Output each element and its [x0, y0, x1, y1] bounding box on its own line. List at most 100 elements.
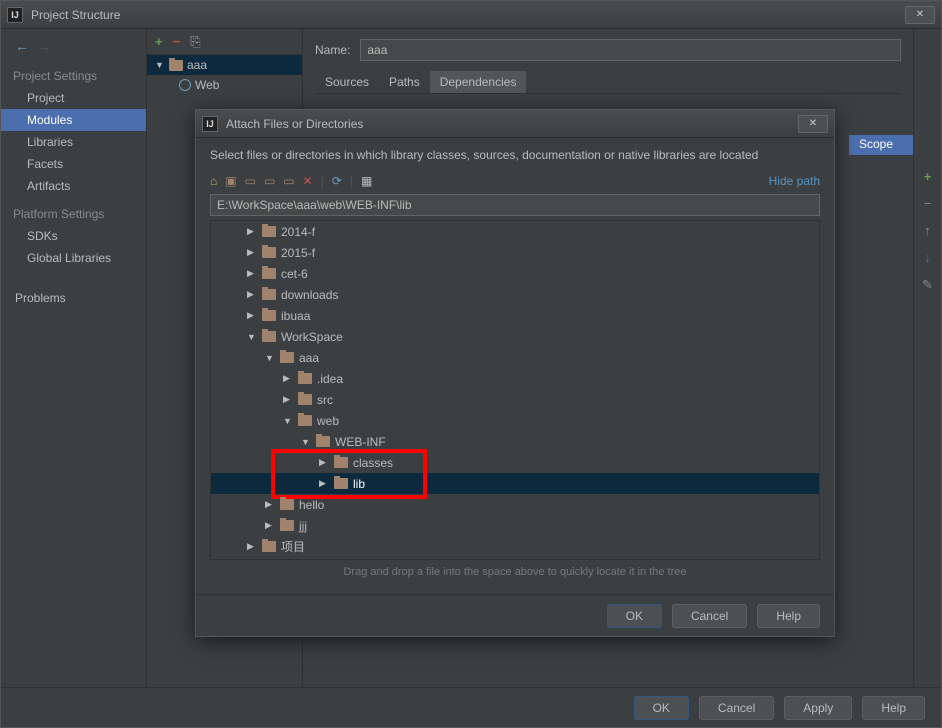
dialog-help-button[interactable]: Help: [757, 604, 820, 628]
module-node-web[interactable]: Web: [147, 75, 302, 95]
minus-dep-icon[interactable]: −: [924, 196, 932, 211]
tree-node-label: aaa: [299, 351, 319, 365]
expand-icon[interactable]: [265, 499, 275, 510]
app-icon: IJ: [7, 7, 23, 23]
tree-node[interactable]: 2014-f: [211, 221, 819, 242]
expand-icon[interactable]: [155, 60, 165, 70]
tree-node[interactable]: .idea: [211, 368, 819, 389]
tree-node[interactable]: 2015-f: [211, 242, 819, 263]
tree-node[interactable]: WorkSpace: [211, 326, 819, 347]
folder-icon: [262, 247, 276, 258]
home-icon[interactable]: ⌂: [210, 174, 217, 188]
project-icon[interactable]: ▭: [245, 174, 256, 188]
tree-node[interactable]: aaa: [211, 347, 819, 368]
forward-arrow-icon[interactable]: →: [37, 38, 51, 54]
edit-icon[interactable]: ✎: [922, 277, 933, 293]
add-dep-icon[interactable]: +: [924, 169, 932, 184]
module-name-input[interactable]: [360, 39, 901, 61]
tree-node[interactable]: WEB-INF: [211, 431, 819, 452]
sidebar-item-project[interactable]: Project: [1, 87, 146, 109]
sidebar-item-sdks[interactable]: SDKs: [1, 225, 146, 247]
dialog-cancel-button[interactable]: Cancel: [672, 604, 747, 628]
desktop-icon[interactable]: ▣: [225, 174, 236, 188]
expand-icon[interactable]: [247, 310, 257, 321]
copy-module-icon[interactable]: ⎘: [190, 34, 200, 50]
expand-icon[interactable]: [247, 289, 257, 300]
tree-node-label: cet-6: [281, 267, 308, 281]
expand-icon[interactable]: [265, 353, 275, 363]
tree-node[interactable]: web: [211, 410, 819, 431]
folder-icon: [334, 457, 348, 468]
main-titlebar[interactable]: IJ Project Structure ✕: [1, 1, 941, 29]
expand-icon[interactable]: [247, 268, 257, 279]
newfolder-icon[interactable]: ▭: [264, 174, 275, 188]
tree-node[interactable]: downloads: [211, 284, 819, 305]
tree-node-label: web: [317, 414, 339, 428]
tree-node-label: WEB-INF: [335, 435, 386, 449]
module-node-root[interactable]: aaa: [147, 55, 302, 75]
expand-icon[interactable]: [265, 520, 275, 531]
sidebar-item-global-libraries[interactable]: Global Libraries: [1, 247, 146, 269]
tab-paths[interactable]: Paths: [379, 71, 430, 93]
path-toolbar: ⌂ ▣ ▭ ▭ ▭ ✕ | ⟳ | ▦ Hide path: [210, 174, 820, 188]
delete-icon[interactable]: ✕: [303, 174, 313, 188]
expand-icon[interactable]: [319, 457, 329, 468]
dialog-ok-button[interactable]: OK: [607, 604, 662, 628]
refresh-icon[interactable]: ⟳: [332, 174, 342, 188]
ok-button[interactable]: OK: [634, 696, 689, 720]
module-toolbar: + − ⎘: [147, 29, 302, 55]
folder-icon: [262, 541, 276, 552]
tree-node[interactable]: jjj: [211, 515, 819, 536]
folder-icon: [298, 373, 312, 384]
tree-node[interactable]: ibuaa: [211, 305, 819, 326]
sidebar-item-artifacts[interactable]: Artifacts: [1, 175, 146, 197]
tree-node[interactable]: lib: [211, 473, 819, 494]
back-arrow-icon[interactable]: ←: [15, 38, 29, 54]
main-window: IJ Project Structure ✕ ← → Project Setti…: [0, 0, 942, 728]
dialog-close-button[interactable]: ✕: [798, 115, 828, 133]
apply-button[interactable]: Apply: [784, 696, 852, 720]
tree-node[interactable]: 项目: [211, 536, 819, 557]
tabs-row: Sources Paths Dependencies: [315, 71, 901, 94]
file-tree[interactable]: 2014-f2015-f cet-6 downloads ibuaa WorkSpace…: [210, 220, 820, 560]
path-input[interactable]: [210, 194, 820, 216]
tree-node[interactable]: classes: [211, 452, 819, 473]
tab-dependencies[interactable]: Dependencies: [430, 71, 527, 93]
remove-module-icon[interactable]: −: [173, 34, 181, 49]
expand-icon[interactable]: [283, 373, 293, 384]
add-module-icon[interactable]: +: [155, 34, 163, 49]
show-hidden-icon[interactable]: ▦: [361, 174, 372, 188]
expand-icon[interactable]: [283, 394, 293, 405]
help-button[interactable]: Help: [862, 696, 925, 720]
sidebar-item-libraries[interactable]: Libraries: [1, 131, 146, 153]
dialog-titlebar[interactable]: IJ Attach Files or Directories ✕: [196, 110, 834, 138]
cancel-button[interactable]: Cancel: [699, 696, 774, 720]
dialog-title: Attach Files or Directories: [226, 117, 798, 131]
sidebar-heading-platform: Platform Settings: [1, 197, 146, 225]
expand-icon[interactable]: [247, 247, 257, 258]
expand-icon[interactable]: [283, 416, 293, 426]
window-close-button[interactable]: ✕: [905, 6, 935, 24]
expand-icon[interactable]: [247, 226, 257, 237]
expand-icon[interactable]: [301, 437, 311, 447]
tree-node[interactable]: hello: [211, 494, 819, 515]
sidebar-item-modules[interactable]: Modules: [1, 109, 146, 131]
sidebar-item-problems[interactable]: Problems: [1, 287, 146, 309]
module-icon[interactable]: ▭: [283, 174, 294, 188]
folder-icon: [298, 394, 312, 405]
tree-node-label: ibuaa: [281, 309, 310, 323]
right-gutter: + − ↑ ↓ ✎: [913, 29, 941, 687]
expand-icon[interactable]: [247, 541, 257, 552]
folder-icon: [280, 352, 294, 363]
down-icon[interactable]: ↓: [924, 250, 931, 265]
hide-path-link[interactable]: Hide path: [769, 174, 820, 188]
tab-sources[interactable]: Sources: [315, 71, 379, 93]
drop-hint: Drag and drop a file into the space abov…: [210, 560, 820, 584]
expand-icon[interactable]: [319, 478, 329, 489]
tree-node[interactable]: cet-6: [211, 263, 819, 284]
sidebar-item-facets[interactable]: Facets: [1, 153, 146, 175]
up-icon[interactable]: ↑: [924, 223, 931, 238]
expand-icon[interactable]: [247, 332, 257, 342]
tree-node-label: .idea: [317, 372, 343, 386]
tree-node[interactable]: src: [211, 389, 819, 410]
